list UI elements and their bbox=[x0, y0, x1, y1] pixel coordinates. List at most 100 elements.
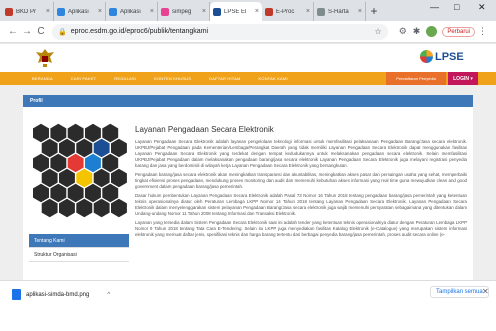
sidebar-item-tentang-kami[interactable]: Tentang Kami bbox=[29, 234, 129, 248]
hexagon-tile bbox=[59, 168, 75, 188]
login-button[interactable]: LOGIN ▾ bbox=[448, 72, 478, 85]
tab-favicon-icon bbox=[5, 7, 13, 16]
hexagon-tile bbox=[93, 198, 110, 218]
download-item[interactable]: aplikasi-simda-bmd.png ^ bbox=[12, 289, 110, 300]
hexagon-tile bbox=[111, 138, 127, 158]
hexagon-tile bbox=[93, 168, 110, 188]
hexagon-tile bbox=[67, 153, 84, 173]
tab-label: E-Proc bbox=[276, 8, 295, 15]
extension-icon[interactable]: ⚙ bbox=[399, 26, 407, 37]
hexagon-tile bbox=[41, 138, 58, 158]
nav-kontak-kami[interactable]: KONTAK KAMI bbox=[259, 76, 288, 81]
download-filename: aplikasi-simda-bmd.png bbox=[26, 291, 90, 298]
browser-tab[interactable]: S-Harta × bbox=[314, 2, 366, 21]
browser-toolbar: ← → C 🔒 eproc.esdm.go.id/eproc6/publik/t… bbox=[0, 21, 496, 43]
tab-close-icon[interactable]: × bbox=[255, 8, 259, 15]
puzzle-icon[interactable]: ✱ bbox=[413, 26, 421, 37]
hexagon-tile bbox=[67, 123, 84, 143]
maximize-button[interactable]: □ bbox=[454, 2, 459, 12]
tab-favicon-icon bbox=[317, 7, 325, 16]
tab-favicon-icon bbox=[57, 7, 65, 16]
sidebar-menu: Tentang Kami Struktur Organisasi bbox=[29, 234, 129, 262]
browser-tab[interactable]: E-Proc × bbox=[262, 2, 314, 21]
tab-favicon-icon bbox=[161, 7, 169, 16]
hexagon-tile bbox=[33, 123, 49, 143]
url-text: eproc.esdm.go.id/eproc6/publik/tentangka… bbox=[70, 28, 209, 35]
tab-close-icon[interactable]: × bbox=[306, 8, 310, 15]
hexagon-tile bbox=[59, 198, 75, 218]
bookmark-star-icon[interactable]: ☆ bbox=[375, 27, 382, 36]
tab-favicon-icon bbox=[109, 7, 117, 16]
hexagon-tile bbox=[33, 183, 49, 203]
lpse-logo[interactable]: LPSE bbox=[420, 50, 464, 63]
hexagon-tile bbox=[76, 168, 93, 188]
tab-label: LPSE El bbox=[224, 8, 247, 15]
tab-close-icon[interactable]: × bbox=[98, 8, 102, 15]
forward-icon[interactable]: → bbox=[20, 26, 34, 37]
back-icon[interactable]: ← bbox=[6, 26, 20, 37]
tab-close-icon[interactable]: × bbox=[358, 8, 362, 15]
tab-favicon-icon bbox=[265, 7, 273, 16]
close-window-button[interactable]: ✕ bbox=[478, 2, 486, 13]
tab-label: BKD Pr bbox=[16, 8, 37, 15]
nav-beranda[interactable]: BERANDA bbox=[32, 76, 53, 81]
content-title: Layanan Pengadaan Secara Elektronik bbox=[135, 125, 274, 134]
browser-tab[interactable]: BKD Pr × bbox=[2, 2, 54, 21]
page-area: Profil Tentang Kami Struktur Organisasi … bbox=[0, 85, 496, 280]
hexagon-tile bbox=[93, 138, 110, 158]
nav-daftar-hitam[interactable]: DAFTAR HITAM bbox=[209, 76, 240, 81]
close-download-bar-icon[interactable]: ✕ bbox=[482, 287, 489, 296]
hexagon-tile bbox=[85, 153, 101, 173]
reload-icon[interactable]: C bbox=[34, 26, 48, 37]
minimize-button[interactable]: — bbox=[430, 2, 439, 12]
register-button[interactable]: Pendaftaran Penyedia bbox=[386, 72, 446, 85]
browser-tab[interactable]: LPSE El × bbox=[210, 2, 262, 21]
tab-close-icon[interactable]: × bbox=[46, 8, 50, 15]
download-bar: aplikasi-simda-bmd.png ^ Tampilkan semua… bbox=[0, 280, 496, 331]
hexagon-tile bbox=[111, 198, 127, 218]
tab-favicon-icon bbox=[213, 7, 221, 16]
main-content: Layanan Pengadaan Secara Elektronik Laya… bbox=[135, 125, 467, 241]
nav-cari-paket[interactable]: CARI PAKET bbox=[71, 76, 97, 81]
section-title: Profil bbox=[23, 95, 473, 107]
paragraph: Pengadaan barang/jasa secara elektronik … bbox=[135, 172, 467, 189]
hexagon-tile bbox=[76, 138, 93, 158]
hexagon-tile bbox=[85, 183, 101, 203]
address-bar[interactable]: 🔒 eproc.esdm.go.id/eproc6/publik/tentang… bbox=[52, 23, 388, 40]
lpse-logo-text: LPSE bbox=[435, 50, 464, 63]
hexagon-tile bbox=[102, 123, 119, 143]
nav-konten-khusus[interactable]: KONTEN KHUSUS bbox=[154, 76, 191, 81]
hexagon-graphic-icon bbox=[33, 123, 127, 218]
tab-close-icon[interactable]: × bbox=[150, 8, 154, 15]
lpse-logo-mark-icon bbox=[420, 50, 433, 63]
new-tab-button[interactable]: + bbox=[366, 2, 382, 21]
show-all-downloads-button[interactable]: Tampilkan semua bbox=[430, 286, 489, 298]
tab-label: Aplikasi bbox=[68, 8, 89, 15]
paragraph: Layanan yang tersedia dalam Sistem Penga… bbox=[135, 220, 467, 237]
sidebar-item-struktur-organisasi[interactable]: Struktur Organisasi bbox=[29, 248, 129, 262]
browser-tab[interactable]: Aplikasi × bbox=[54, 2, 106, 21]
menu-dots-icon[interactable]: ⋮ bbox=[478, 26, 487, 37]
hexagon-tile bbox=[41, 168, 58, 188]
hexagon-tile bbox=[33, 153, 49, 173]
chevron-up-icon[interactable]: ^ bbox=[107, 292, 110, 298]
nav-regulasi[interactable]: REGULASI bbox=[114, 76, 136, 81]
tab-label: Aplikasi bbox=[120, 8, 141, 15]
profile-status-badge[interactable]: Perbarui bbox=[442, 26, 475, 37]
tab-close-icon[interactable]: × bbox=[202, 8, 206, 15]
paragraph: Dasar hukum pembentukan Layanan Pengadaa… bbox=[135, 193, 467, 216]
hexagon-tile bbox=[50, 183, 67, 203]
lock-icon[interactable]: 🔒 bbox=[58, 28, 67, 36]
browser-tab-strip: BKD Pr × Aplikasi × Aplikasi × simpeg × LPSE El ×… bbox=[0, 0, 496, 21]
avatar[interactable] bbox=[426, 26, 438, 37]
hexagon-tile bbox=[59, 138, 75, 158]
hexagon-tile bbox=[76, 198, 93, 218]
profile-card: Tentang Kami Struktur Organisasi Layanan… bbox=[23, 107, 473, 280]
hexagon-tile bbox=[50, 123, 67, 143]
browser-tab[interactable]: Aplikasi × bbox=[106, 2, 158, 21]
hexagon-tile bbox=[50, 153, 67, 173]
hexagon-tile bbox=[111, 168, 127, 188]
browser-tab[interactable]: simpeg × bbox=[158, 2, 210, 21]
hexagon-tile bbox=[67, 183, 84, 203]
garuda-emblem-icon bbox=[36, 49, 54, 67]
